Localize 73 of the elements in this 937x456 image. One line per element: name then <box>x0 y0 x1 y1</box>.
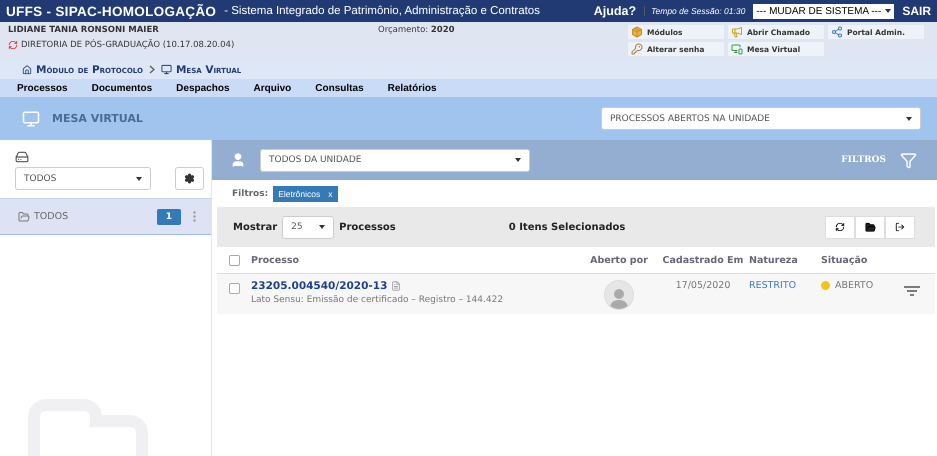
folder-label: TODOS <box>34 211 70 222</box>
system-name: UFFS - SIPAC-HOMOLOGAÇÃO <box>6 4 216 18</box>
help-link[interactable]: Ajuda? <box>594 4 636 18</box>
network-icon <box>831 26 843 38</box>
show-label: Mostrar <box>233 222 278 232</box>
budget-label: Orçamento: 2020 <box>378 25 456 37</box>
key-icon <box>631 43 643 55</box>
caret-icon <box>885 9 892 13</box>
user-select[interactable]: TODOS DA UNIDADE <box>260 148 530 172</box>
system-select[interactable]: --- MUDAR DE SISTEMA --- <box>753 4 894 18</box>
select-all-checkbox[interactable] <box>228 254 240 266</box>
session-timer: Tempo de Sessão: 01:30 <box>644 6 746 16</box>
document-icon <box>391 281 402 291</box>
column-header: Aberto por <box>589 254 649 266</box>
row-checkbox[interactable] <box>228 283 240 294</box>
caret-icon <box>906 116 912 120</box>
user-icon <box>230 152 246 168</box>
monitor-icon <box>22 110 40 128</box>
process-description: Lato Sensu: Emissão de certificado – Registro – 144.422 <box>251 295 504 305</box>
view-select[interactable]: PROCESSOS ABERTOS NA UNIDADE <box>601 107 921 130</box>
page-size-select[interactable]: 25 <box>282 216 334 238</box>
caret-icon <box>319 225 326 229</box>
chevron-icon <box>148 65 155 74</box>
menu-item[interactable]: Processos <box>17 82 68 94</box>
column-header: Cadastrado Em <box>662 254 744 266</box>
folder-icon <box>864 222 876 232</box>
megaphone-icon <box>731 26 743 38</box>
filters-label: Filtros: <box>232 188 268 198</box>
status-cell: ABERTO <box>821 280 889 291</box>
home-icon <box>22 64 32 74</box>
caret-icon <box>515 158 521 162</box>
menu-item[interactable]: Consultas <box>315 82 364 94</box>
refresh-button[interactable] <box>825 216 855 238</box>
menu-item[interactable]: Arquivo <box>254 82 292 94</box>
process-link[interactable]: 23205.004540/2020-13 <box>251 280 581 292</box>
menu-item[interactable]: Documentos <box>92 82 152 94</box>
user-name: LIDIANE TANIA RONSONI MAIER <box>8 25 160 35</box>
user-unit: DIRETORIA DE PÓS-GRADUAÇÃO (10.17.08.20.04) <box>21 40 234 50</box>
breadcrumb-link[interactable]: Mesa Virtual <box>160 64 242 76</box>
monitor-icon <box>160 64 172 75</box>
system-subtitle: - Sistema Integrado de Patrimônio, Administração e Contratos <box>224 5 541 17</box>
filter-icon <box>900 152 917 168</box>
refresh-icon <box>8 40 18 50</box>
exit-button[interactable] <box>885 216 915 238</box>
logout-link[interactable]: SAIR <box>902 4 931 18</box>
menu-item[interactable]: Despachos <box>176 82 230 94</box>
filter-tag: Eletrônicos x <box>273 186 338 202</box>
inbox-icon <box>15 150 29 164</box>
package-icon <box>631 26 643 38</box>
column-header: Natureza <box>749 254 799 266</box>
count-badge: 1 <box>156 208 181 224</box>
column-header: Situação <box>821 254 868 266</box>
nature-link[interactable]: RESTRITO <box>749 280 821 291</box>
settings-button[interactable] <box>175 167 204 190</box>
selected-count: 0 Itens Selecionados <box>508 222 626 232</box>
caret-icon <box>136 176 142 180</box>
refresh-icon <box>835 222 845 232</box>
gear-icon <box>184 173 195 184</box>
folder-icon <box>18 210 30 222</box>
page-title: MESA VIRTUAL <box>52 112 144 125</box>
sort-icon <box>904 286 920 299</box>
folder-button[interactable] <box>855 216 885 238</box>
monitor-icon <box>731 43 743 55</box>
menu-item[interactable]: Relatórios <box>388 82 437 94</box>
breadcrumb-link[interactable]: Módulo de Protocolo <box>22 64 143 76</box>
exit-icon <box>895 222 905 232</box>
avatar-icon <box>604 280 634 310</box>
column-header: Processo <box>251 254 300 266</box>
date-cell-text: 17/05/2020 <box>674 280 732 291</box>
remove-tag-button[interactable]: x <box>328 188 333 198</box>
folder-item[interactable]: TODOS 1 <box>0 198 211 235</box>
folder-select[interactable]: TODOS <box>15 167 151 190</box>
unit-label: Processos <box>339 222 396 232</box>
